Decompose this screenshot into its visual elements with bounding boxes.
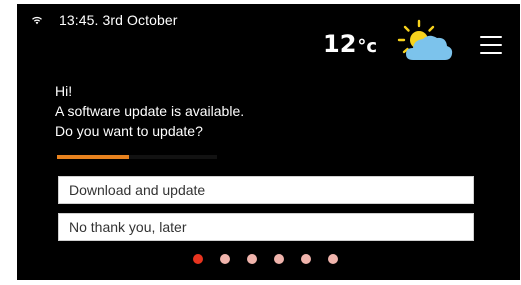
temperature-value: 12 bbox=[323, 30, 357, 58]
partly-cloudy-icon bbox=[397, 19, 453, 60]
temperature-display: 12 °c bbox=[323, 30, 377, 58]
pagination-dot[interactable] bbox=[247, 254, 257, 264]
wifi-icon bbox=[32, 16, 42, 25]
no-thank-you-later-button[interactable]: No thank you, later bbox=[58, 213, 474, 241]
temperature-unit: °c bbox=[357, 36, 378, 57]
hamburger-menu-icon[interactable] bbox=[480, 36, 502, 54]
pagination-dot[interactable] bbox=[274, 254, 284, 264]
pagination-dot[interactable] bbox=[328, 254, 338, 264]
update-message: Hi! A software update is available. Do y… bbox=[55, 81, 244, 141]
pagination-dot[interactable] bbox=[220, 254, 230, 264]
update-available-text: A software update is available. bbox=[55, 103, 245, 119]
progress-bar bbox=[57, 155, 217, 159]
greeting-text: Hi! bbox=[55, 83, 73, 99]
pagination-dot[interactable] bbox=[193, 254, 203, 264]
pagination-dots bbox=[193, 254, 338, 264]
progress-fill bbox=[57, 155, 129, 159]
device-screen: 13:45. 3rd October 12 °c Hi! A software u… bbox=[17, 4, 520, 280]
status-datetime: 13:45. 3rd October bbox=[59, 12, 178, 28]
pagination-dot[interactable] bbox=[301, 254, 311, 264]
update-question-text: Do you want to update? bbox=[55, 123, 203, 139]
download-and-update-button[interactable]: Download and update bbox=[58, 176, 474, 204]
